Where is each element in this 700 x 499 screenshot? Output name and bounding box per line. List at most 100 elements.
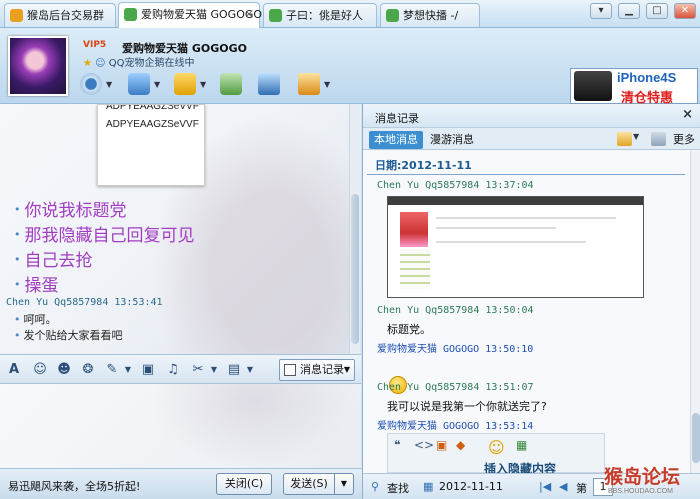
microphone-icon[interactable] [128,73,150,95]
close-icon[interactable]: × [682,107,693,122]
tab-label: 子曰：佻是好人 [286,9,363,22]
message-line: • 发个贴给大家看看吧 [14,329,123,342]
site-watermark: 猴岛论坛 BBS.HOUDAO.COM [604,462,700,499]
message-header: 爱购物爱天猫 GOGOGO 13:53:14 [377,421,534,432]
previous-page-icon[interactable]: ◀ [559,480,567,493]
export-icon[interactable] [617,132,632,146]
screenshot-line [436,227,556,229]
table-icon: ▦ [516,438,528,452]
ad-title: iPhone4S [617,70,677,85]
partial-screenshot[interactable]: ❝ <> ▣ ◆ ☺ ▦ 插入隐藏内容 [387,433,605,473]
tab-roaming-messages[interactable]: 漫游消息 [425,131,479,149]
snippet-line: ADPYEAAGZSeVVF [106,104,199,112]
chevron-down-icon[interactable]: ▼ [120,362,136,378]
history-messages[interactable]: 日期:2012-11-11 Chen Yu Qq5857984 13:37:04… [363,151,690,473]
message-input[interactable] [0,384,361,468]
scrollbar-thumb[interactable] [351,194,359,344]
chevron-down-icon[interactable]: ▼ [206,362,222,378]
tab-aigouwu[interactable]: 爱购物爱天猫 GOGOGO × [118,2,262,28]
calendar-icon[interactable]: ▤ [226,362,242,378]
chevron-down-icon[interactable]: ▼ [633,132,641,146]
tab-bar: 猴岛后台交易群 爱购物爱天猫 GOGOGO × 子曰：佻是好人 梦想快播 -/ … [0,0,700,28]
close-window-button[interactable]: ✕ [674,3,696,19]
chat-header: VIP5 爱购物爱天猫 GOGOGO ★ ☺ QQ宠物企鹅在线中 ▼ ▼ ▼ ▼… [0,28,700,106]
calendar-icon[interactable]: ▦ [423,480,433,493]
chat-scrollbar[interactable] [349,104,360,354]
star-icon: ★ [83,58,92,69]
pasted-text-snippet: ADPYEAAGZSeVVF ADPYEAAGZSeVVF [97,104,205,186]
font-icon[interactable]: A [6,362,22,378]
bottom-bar: 易迅飓风来袭，全场5折起! 关闭(C) 发送(S) ▼ [0,468,362,499]
screenshot-line [436,241,586,243]
status-text: ★ ☺ QQ宠物企鹅在线中 [83,54,195,69]
close-button[interactable]: 关闭(C) [216,473,272,495]
magic-emoticon-icon[interactable]: ☻ [56,362,72,378]
page-label: 第 [576,482,587,495]
emoticon-icon[interactable]: ☺ [32,362,48,378]
chevron-down-icon[interactable]: ▼ [154,80,160,89]
send-options-button[interactable]: ▼ [334,473,354,495]
chevron-down-icon[interactable]: ▼ [242,362,258,378]
history-button[interactable]: 消息记录 ▼ [279,359,355,381]
chat-message-area[interactable]: ADPYEAAGZSeVVF ADPYEAAGZSeVVF • 你说我标题党 • 那… [0,104,361,354]
more-apps-icon[interactable] [298,73,320,95]
screenshot-thumbnail [400,212,428,247]
shake-icon[interactable]: ❂ [80,362,96,378]
first-page-icon[interactable]: |◀ [539,480,551,493]
message-line: • 操蛋 [14,276,59,296]
history-panel: 消息记录 × 本地消息 漫游消息 ▼ 更多 日期:2012-11-11 Chen… [362,104,700,499]
watermark-title: 猴岛论坛 [604,466,681,488]
history-scrollbar[interactable] [690,151,700,473]
scrollbar-thumb[interactable] [692,413,700,463]
close-icon[interactable]: × [245,3,253,26]
send-button[interactable]: 发送(S) [283,473,335,495]
iphone-image [574,71,612,101]
penguin-icon: ☺ [95,58,106,69]
apps-icon[interactable] [220,73,242,95]
image-icon: ▣ [436,438,448,452]
iphone-ad-banner[interactable]: iPhone4S 清仓特惠 [570,68,698,106]
write-icon[interactable]: ✎ [104,362,120,378]
message-line: • 自己去抢 [14,251,93,271]
quote-icon: ❝ [394,438,401,452]
more-button[interactable]: 更多 [673,131,695,147]
remote-desktop-icon[interactable] [258,73,280,95]
music-icon[interactable]: ♫ [165,362,181,378]
chevron-down-icon: ▼ [343,365,350,374]
speaker-icon[interactable] [651,132,666,146]
maximize-button[interactable]: □ [646,3,668,19]
chevron-down-icon[interactable]: ▼ [324,80,330,89]
chat-icon [386,9,399,22]
screenshot-scissors-icon[interactable]: ✂ [190,362,206,378]
watermark-url: BBS.HOUDAO.COM [608,488,673,495]
tab-ziyue[interactable]: 子曰：佻是好人 [263,3,377,27]
video-icon[interactable] [80,73,102,95]
history-tabs: 本地消息 漫游消息 ▼ 更多 [363,128,700,150]
message-line: • 你说我标题党 [14,201,127,221]
tab-local-messages[interactable]: 本地消息 [369,131,423,149]
tab-houdao-trade-group[interactable]: 猴岛后台交易群 [4,3,116,27]
message-sender: Chen Yu Qq5857984 13:53:41 [6,297,163,308]
screenshot-image[interactable] [387,196,644,298]
tab-label: 梦想快播 -/ [403,9,459,22]
search-button[interactable]: 查找 [387,480,409,496]
avatar[interactable] [8,36,68,96]
image-icon[interactable]: ▣ [140,362,156,378]
minimize-button[interactable]: ▁ [618,3,640,19]
promo-link[interactable]: 易迅飓风来袭，全场5折起! [8,478,140,494]
message-header: Chen Yu Qq5857984 13:50:04 [377,305,534,316]
chevron-down-icon[interactable]: ▼ [106,80,112,89]
message-header: 爱购物爱天猫 GOGOGO 13:50:10 [377,344,534,355]
screenshot-line [436,217,616,219]
tab-menu-button[interactable]: ▾ [590,3,612,19]
chevron-down-icon[interactable]: ▼ [200,80,206,89]
tab-mengxiang[interactable]: 梦想快播 -/ [380,3,480,27]
date-picker[interactable]: 2012-11-11 [439,480,503,493]
message-text: 我可以说是我第一个你就送完了? [387,400,547,413]
screenshot-titlebar [388,197,643,205]
file-transfer-icon[interactable] [174,73,196,95]
chat-icon [124,8,137,21]
snippet-line: ADPYEAAGZSeVVF [106,119,199,130]
search-icon[interactable]: ⚲ [371,480,379,493]
message-line: • 那我隐藏自己回复可见 [14,226,195,246]
